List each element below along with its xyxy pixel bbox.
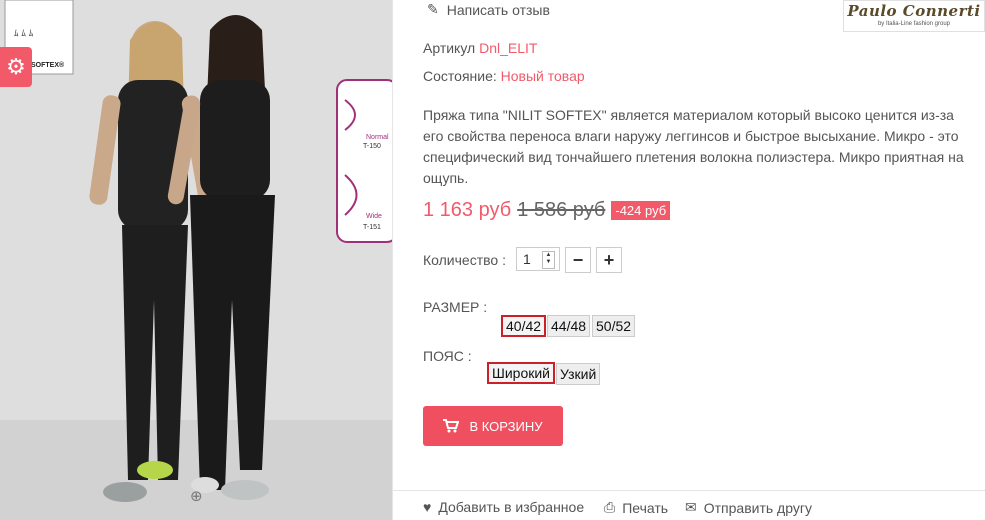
product-photo-illustration: ﾑ ﾑ ﾑ <box>0 0 392 520</box>
size-wide-code: T-151 <box>363 224 381 231</box>
condition-row: Состояние: Новый товар <box>423 68 585 84</box>
discount-badge: -424 руб <box>611 201 671 220</box>
gear-icon: ⚙ <box>6 54 26 79</box>
condition-value: Новый товар <box>500 68 585 84</box>
size-option[interactable]: 44/48 <box>547 315 591 337</box>
belt-option[interactable]: Широкий <box>487 362 555 384</box>
size-label: РАЗМЕР : <box>423 299 488 315</box>
envelope-icon: ✉ <box>685 499 697 515</box>
sku-value: Dnl_ELIT <box>479 40 538 56</box>
quantity-spinner[interactable]: ▲ ▼ <box>542 251 555 269</box>
column-divider <box>392 0 393 520</box>
brand-name: Paulo Connerti <box>847 2 981 20</box>
price-old: 1 586 руб <box>517 199 606 221</box>
print-label: Печать <box>622 499 669 516</box>
price-current: 1 163 руб <box>423 199 512 221</box>
quantity-increase-button[interactable]: + <box>596 247 622 273</box>
size-normal-label: Normal <box>366 134 389 141</box>
print-link[interactable]: ⎙ Печать <box>604 499 668 516</box>
quantity-label: Количество : <box>423 252 506 268</box>
brand-logo: Paulo Connerti by Italia-Line fashion gr… <box>843 0 985 32</box>
belt-label: ПОЯС : <box>423 348 472 364</box>
write-review-link[interactable]: ✎ Написать отзыв <box>427 1 550 18</box>
condition-label: Состояние: <box>423 68 497 84</box>
size-wide-label: Wide <box>366 213 382 220</box>
add-to-cart-label: В КОРЗИНУ <box>469 418 543 434</box>
cart-icon <box>443 419 460 433</box>
quantity-input[interactable]: 1 ▲ ▼ <box>516 247 560 271</box>
send-label: Отправить другу <box>703 499 812 516</box>
settings-gear-button[interactable]: ⚙ <box>0 47 32 87</box>
sku-row: Артикул Dnl_ELIT <box>423 40 537 56</box>
belt-option[interactable]: Узкий <box>556 363 601 385</box>
size-option[interactable]: 40/42 <box>501 315 547 337</box>
product-photo[interactable]: ﾑ ﾑ ﾑ SOFTEX® Normal T-150 Wide T-151 ⚙ … <box>0 0 392 520</box>
write-review-label: Написать отзыв <box>446 1 550 18</box>
product-description: Пряжа типа "NILIT SOFTEX" является матер… <box>423 107 964 186</box>
actions-divider <box>393 490 985 491</box>
quantity-value: 1 <box>523 251 531 267</box>
sku-label: Артикул <box>423 40 476 56</box>
price-row: 1 163 руб 1 586 руб -424 руб <box>423 199 671 222</box>
heart-icon: ♥ <box>423 499 432 515</box>
pencil-icon: ✎ <box>427 1 439 17</box>
softex-label: SOFTEX® <box>31 62 65 69</box>
plus-icon: + <box>603 249 615 270</box>
size-normal-code: T-150 <box>363 143 381 150</box>
brand-tagline: by Italia-Line fashion group <box>877 21 951 27</box>
send-to-friend-link[interactable]: ✉ Отправить другу <box>685 499 812 516</box>
quantity-decrease-button[interactable]: − <box>565 247 591 273</box>
size-option[interactable]: 50/52 <box>592 315 636 337</box>
minus-icon: − <box>572 249 584 270</box>
wishlist-label: Добавить в избранное <box>438 499 585 515</box>
add-to-cart-button[interactable]: В КОРЗИНУ <box>423 406 563 446</box>
svg-text:ﾑ ﾑ ﾑ: ﾑ ﾑ ﾑ <box>14 29 34 39</box>
add-to-wishlist-link[interactable]: ♥ Добавить в избранное <box>423 499 584 515</box>
print-icon: ⎙ <box>604 499 616 515</box>
zoom-icon[interactable]: ⊕ <box>190 487 206 505</box>
